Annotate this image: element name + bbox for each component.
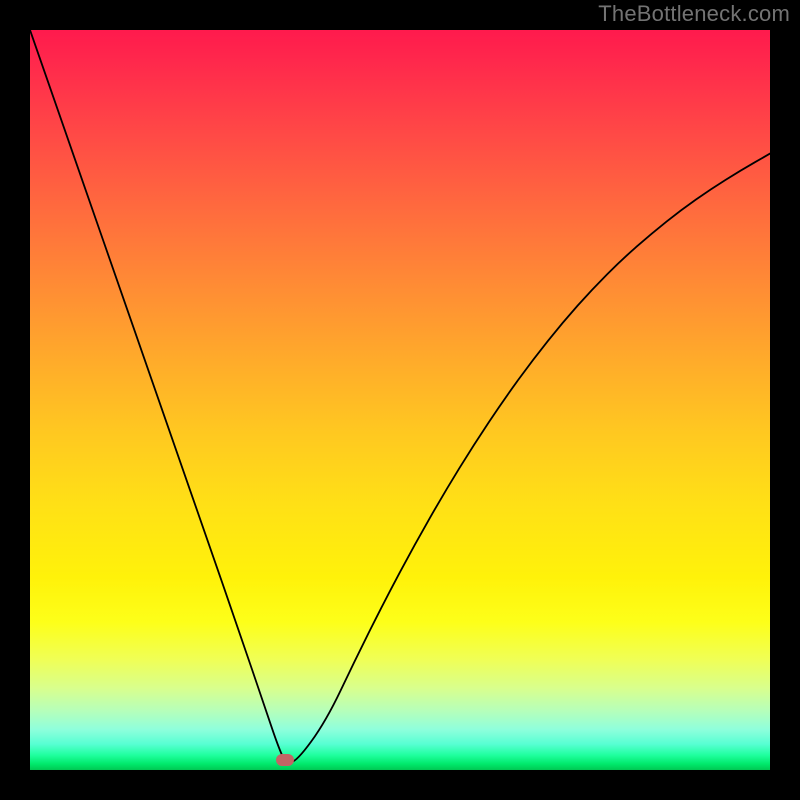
- minimum-marker: [276, 754, 294, 766]
- plot-area: [30, 30, 770, 770]
- curve-line: [30, 30, 770, 762]
- chart-frame: TheBottleneck.com: [0, 0, 800, 800]
- curve-svg: [30, 30, 770, 770]
- watermark-text: TheBottleneck.com: [598, 1, 790, 27]
